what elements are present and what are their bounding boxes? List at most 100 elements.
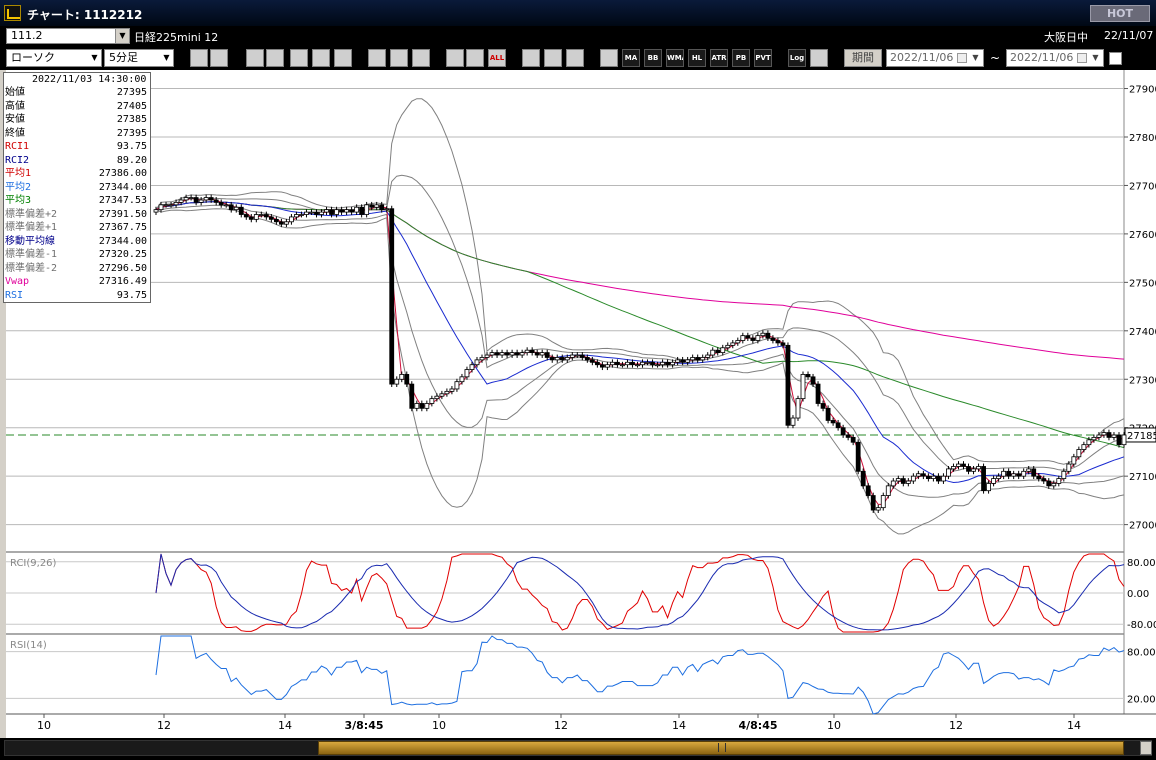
candle-body: [1081, 444, 1087, 450]
candle-body: [775, 340, 781, 344]
app-chart-icon: [4, 5, 21, 21]
candle-body: [213, 199, 219, 203]
magnify-icon[interactable]: [266, 49, 284, 67]
candle-body: [344, 209, 349, 213]
candle-left-icon[interactable]: [446, 49, 464, 67]
period-button[interactable]: 期間: [844, 49, 882, 67]
wma-button[interactable]: WMA: [666, 49, 684, 67]
candle-body: [725, 344, 731, 349]
candle-body: [700, 357, 706, 361]
info-row: 移動平均線 27344.00: [4, 235, 150, 249]
candle-body: [574, 354, 580, 357]
candle-body: [223, 204, 229, 207]
info-value: 27405: [116, 100, 147, 112]
candle-body: [559, 357, 565, 361]
chevron-down-icon[interactable]: ▼: [969, 50, 982, 66]
chevron-down-icon: ▼: [91, 53, 98, 62]
chevron-down-icon[interactable]: ▼: [1089, 50, 1102, 66]
info-label: 平均1: [5, 168, 32, 179]
info-value: 93.75: [116, 141, 147, 152]
candle-body: [1016, 473, 1022, 477]
export-icon[interactable]: [810, 49, 828, 67]
chart-icon[interactable]: [290, 49, 308, 67]
candle-body: [835, 422, 841, 429]
candle-body: [865, 485, 871, 496]
info-value: 27385: [116, 114, 147, 125]
info-label: 平均2: [5, 181, 32, 193]
symbol-code-select[interactable]: 111.2 ▼: [6, 28, 130, 44]
scrollbar-end-button[interactable]: [1140, 741, 1152, 755]
ma-button[interactable]: MA: [622, 49, 640, 67]
calendar-icon[interactable]: [957, 53, 967, 63]
info-label: 安値: [5, 114, 25, 125]
candle-body: [439, 393, 445, 397]
time-tick-label: 14: [672, 719, 686, 732]
time-tick-label: 12: [949, 719, 963, 732]
compare-icon[interactable]: [312, 49, 330, 67]
candle-body: [905, 480, 911, 484]
time-tick-label: 12: [554, 719, 568, 732]
candle-body: [810, 376, 816, 385]
hot-button[interactable]: HOT: [1090, 5, 1150, 22]
interval-select[interactable]: 5分足 ▼: [104, 49, 174, 67]
date-to-input[interactable]: 2022/11/06 ▼: [1006, 49, 1104, 67]
candle-body: [740, 335, 746, 341]
candle-body: [991, 478, 996, 484]
candle-body: [915, 473, 921, 477]
cursor-line-icon[interactable]: [210, 49, 228, 67]
candle-body: [544, 352, 550, 358]
zoom-icon[interactable]: [190, 49, 208, 67]
candle-body: [1021, 470, 1027, 477]
candle-body: [268, 216, 274, 220]
info-label: 終値: [5, 127, 25, 139]
symbol-code: 111.2: [11, 29, 43, 42]
table-icon[interactable]: [600, 49, 618, 67]
chart-type-select[interactable]: ローソク ▼: [6, 49, 102, 67]
scrollbar-grip-icon[interactable]: [718, 743, 726, 752]
chart-canvas[interactable]: 2700027100272002730027400275002760027700…: [6, 70, 1156, 738]
log-button[interactable]: Log: [788, 49, 806, 67]
candle-body: [404, 374, 410, 385]
candle-body: [479, 357, 485, 361]
hl-button[interactable]: HL: [688, 49, 706, 67]
all-button[interactable]: ALL: [488, 49, 506, 67]
info-value: 27296.50: [98, 262, 147, 274]
atr-button[interactable]: ATR: [710, 49, 728, 67]
candle-body: [630, 361, 635, 366]
candle-body: [650, 361, 655, 366]
candle-body: [183, 197, 189, 201]
date-range-separator: ~: [990, 51, 1001, 65]
candle-right-icon[interactable]: [466, 49, 484, 67]
blank-icon[interactable]: [334, 49, 352, 67]
pencil-icon[interactable]: [368, 49, 386, 67]
candle-body: [855, 441, 861, 472]
bb-button[interactable]: BB: [644, 49, 662, 67]
date-from-input[interactable]: 2022/11/06 ▼: [886, 49, 984, 67]
calendar-icon[interactable]: [1077, 53, 1087, 63]
candle-body: [469, 364, 475, 370]
chevron-down-icon[interactable]: ▼: [115, 29, 129, 43]
info-row: 平均1 27386.00: [4, 167, 150, 181]
candle-body: [369, 204, 375, 208]
candle-body: [690, 357, 696, 361]
tools-icon[interactable]: [544, 49, 562, 67]
period-checkbox[interactable]: [1109, 52, 1122, 65]
info-label: 高値: [5, 100, 25, 112]
settings-icon[interactable]: [522, 49, 540, 67]
pointer-icon[interactable]: [390, 49, 408, 67]
candle-body: [615, 361, 620, 366]
time-scrollbar[interactable]: [0, 738, 1156, 760]
pvt-button[interactable]: PVT: [754, 49, 772, 67]
ichimoku-button[interactable]: PB: [732, 49, 750, 67]
price-tick-label: 27300: [1129, 375, 1156, 386]
color-icon[interactable]: [566, 49, 584, 67]
candle-body: [996, 475, 1002, 479]
info-value: 27395: [116, 127, 147, 139]
undo-icon[interactable]: [412, 49, 430, 67]
chart-area[interactable]: 2700027100272002730027400275002760027700…: [6, 70, 1156, 738]
down-arrow-icon[interactable]: [246, 49, 264, 67]
candle-body: [243, 214, 249, 218]
price-tick-label: 27800: [1129, 133, 1156, 144]
title-bar: チャート: 1112212 HOT: [0, 0, 1156, 26]
info-label: RSI: [5, 289, 24, 301]
